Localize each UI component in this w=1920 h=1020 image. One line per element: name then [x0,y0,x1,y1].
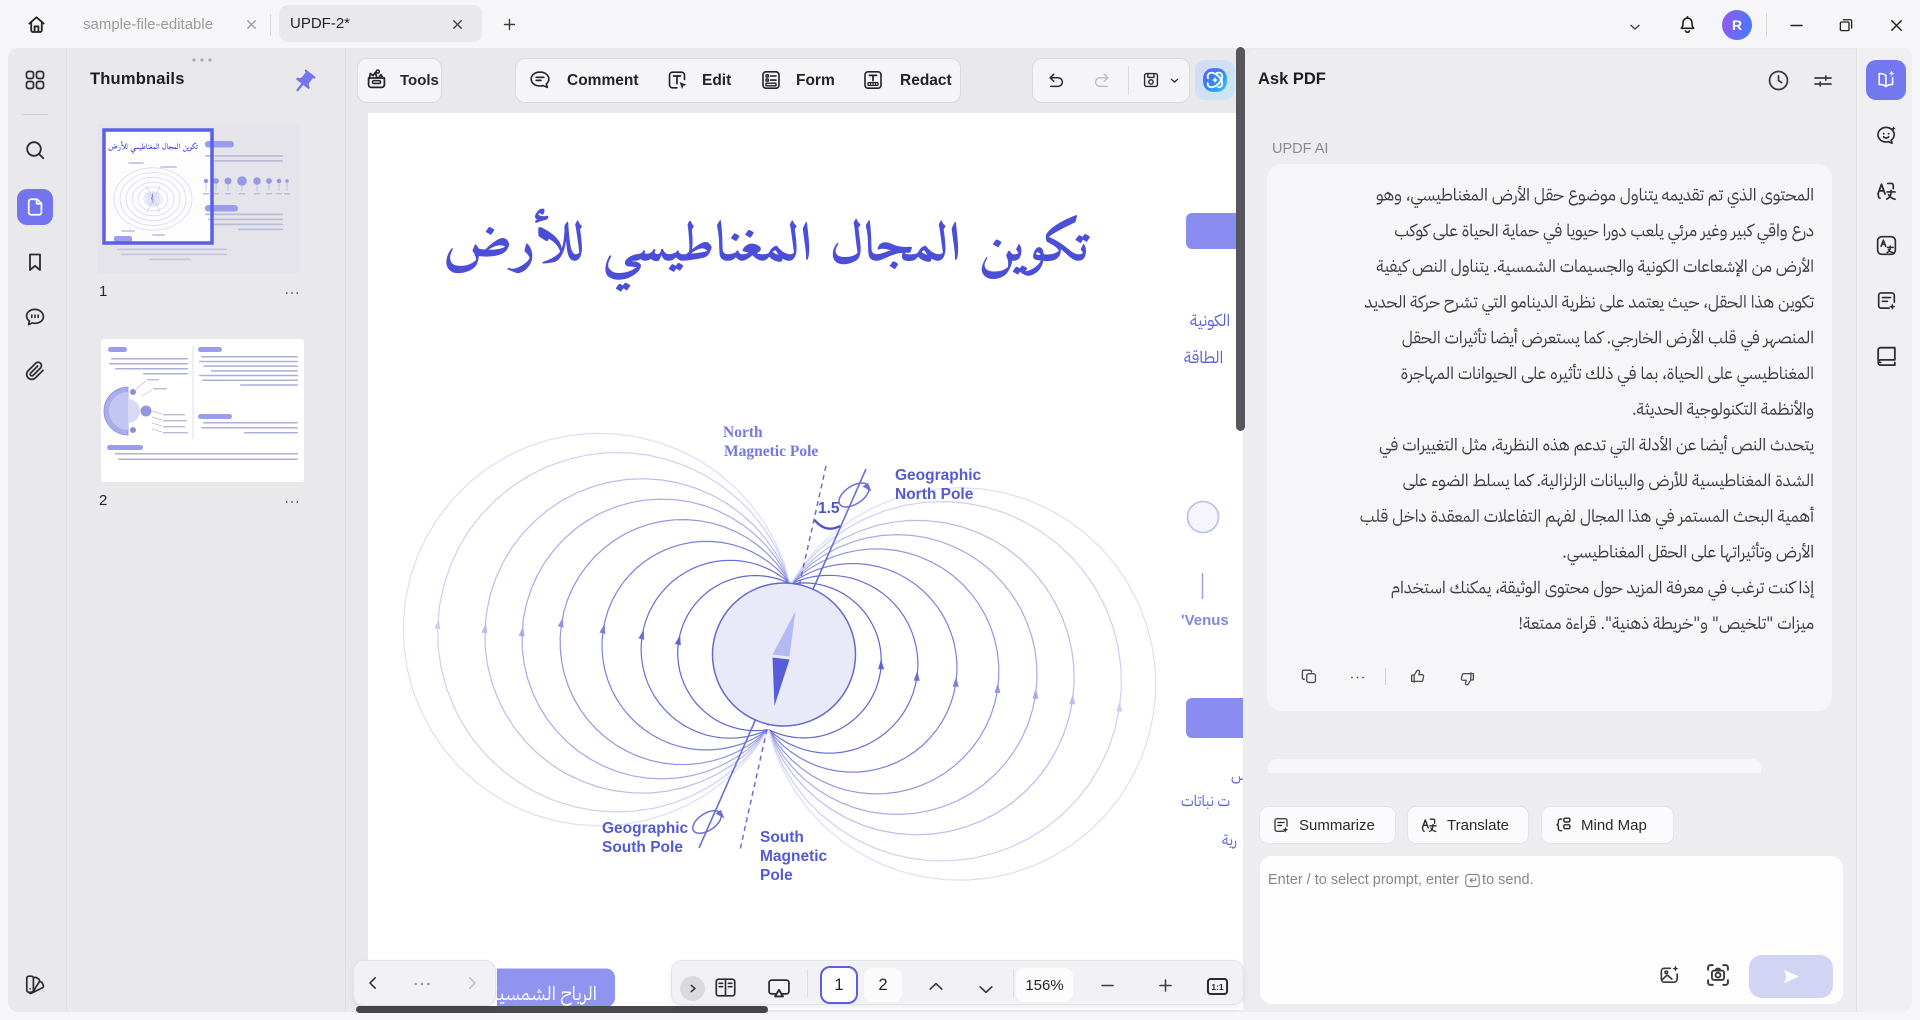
svg-text:1:1: 1:1 [1211,982,1223,992]
